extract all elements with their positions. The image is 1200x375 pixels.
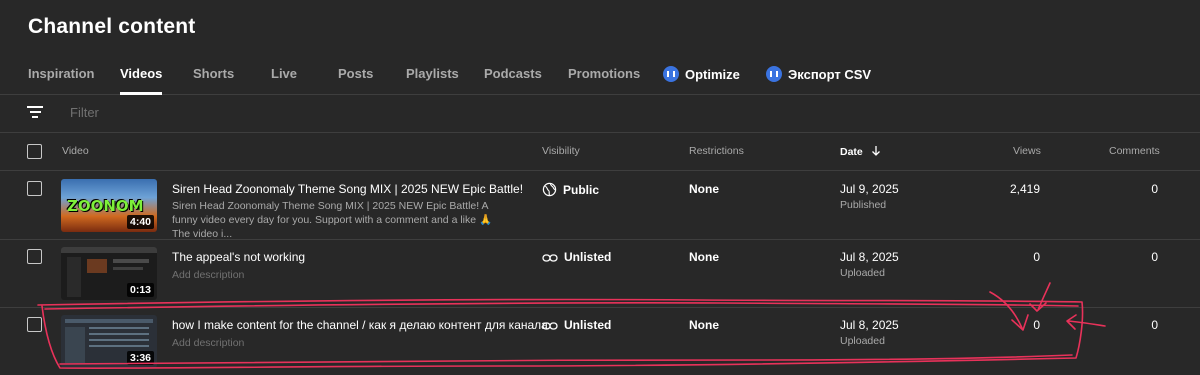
tab-label: Shorts bbox=[193, 66, 235, 81]
visibility-label: Unlisted bbox=[564, 318, 612, 332]
visibility-unlisted[interactable]: Unlisted bbox=[542, 250, 611, 264]
thumbnail-logo-text: ZOONOM bbox=[67, 197, 144, 215]
page-title: Channel content bbox=[28, 15, 196, 38]
date-status: Uploaded bbox=[840, 267, 885, 279]
date-status: Uploaded bbox=[840, 335, 885, 347]
select-all-checkbox[interactable] bbox=[27, 144, 42, 159]
video-duration: 0:13 bbox=[126, 283, 154, 297]
tab-label: Podcasts bbox=[484, 66, 542, 81]
video-description[interactable]: Add description bbox=[172, 336, 512, 350]
tab-label: Promotions bbox=[568, 66, 641, 81]
video-duration: 3:36 bbox=[126, 351, 154, 365]
video-thumbnail[interactable]: 3:36 bbox=[61, 315, 157, 368]
tab-label: Videos bbox=[120, 66, 163, 81]
video-date: Jul 8, 2025 bbox=[840, 250, 899, 264]
tab-label: Posts bbox=[338, 66, 374, 81]
column-restrictions: Restrictions bbox=[689, 145, 744, 157]
filter-input[interactable]: Filter bbox=[70, 105, 99, 120]
comments-count: 0 bbox=[1151, 250, 1158, 264]
restrictions-value: None bbox=[689, 182, 719, 196]
tab-bar: Inspiration Videos Shorts Live Posts Pla… bbox=[0, 58, 1200, 95]
column-date-label: Date bbox=[840, 146, 863, 158]
tab-label: Optimize bbox=[685, 67, 740, 82]
table-row[interactable]: ZOONOM 4:40 Siren Head Zoonomaly Theme S… bbox=[0, 171, 1200, 240]
video-duration: 4:40 bbox=[126, 215, 154, 229]
tab-promotions[interactable]: Promotions bbox=[568, 66, 640, 81]
video-date: Jul 9, 2025 bbox=[840, 182, 899, 196]
restrictions-value: None bbox=[689, 318, 719, 332]
tab-videos[interactable]: Videos bbox=[120, 66, 163, 95]
row-checkbox[interactable] bbox=[27, 317, 42, 332]
tab-live[interactable]: Live bbox=[271, 66, 297, 81]
tab-label: Live bbox=[271, 66, 298, 81]
table-header: Video Visibility Restrictions Date Views… bbox=[0, 133, 1200, 171]
tab-playlists[interactable]: Playlists bbox=[406, 66, 459, 81]
column-views: Views bbox=[1013, 145, 1041, 157]
tab-podcasts[interactable]: Podcasts bbox=[484, 66, 542, 81]
globe-icon bbox=[542, 182, 557, 197]
date-status: Published bbox=[840, 199, 887, 211]
tab-label: Playlists bbox=[406, 66, 459, 81]
table-row[interactable]: 0:13 The appeal's not working Add descri… bbox=[0, 239, 1200, 308]
filter-icon[interactable] bbox=[27, 106, 43, 120]
comments-count: 0 bbox=[1151, 182, 1158, 196]
extension-icon bbox=[766, 66, 782, 82]
video-date: Jul 8, 2025 bbox=[840, 318, 899, 332]
tab-inspiration[interactable]: Inspiration bbox=[28, 66, 94, 81]
views-count: 2,419 bbox=[1009, 182, 1040, 196]
tab-optimize[interactable]: Optimize bbox=[663, 66, 740, 82]
views-count: 0 bbox=[1033, 250, 1040, 264]
video-thumbnail[interactable]: 0:13 bbox=[61, 247, 157, 300]
video-description[interactable]: Add description bbox=[172, 268, 512, 282]
column-video: Video bbox=[62, 145, 89, 157]
tab-label: Экспорт CSV bbox=[788, 67, 872, 82]
column-visibility: Visibility bbox=[542, 145, 580, 157]
link-icon bbox=[542, 322, 558, 330]
comments-count: 0 bbox=[1151, 318, 1158, 332]
visibility-label: Public bbox=[563, 183, 600, 197]
tab-posts[interactable]: Posts bbox=[338, 66, 373, 81]
tab-export-csv[interactable]: Экспорт CSV bbox=[766, 66, 871, 82]
visibility-public[interactable]: Public bbox=[542, 182, 599, 197]
row-checkbox[interactable] bbox=[27, 249, 42, 264]
views-count: 0 bbox=[1033, 318, 1040, 332]
filter-bar: Filter bbox=[0, 94, 1200, 133]
table-row[interactable]: 3:36 how I make content for the channel … bbox=[0, 307, 1200, 375]
arrow-down-icon bbox=[871, 146, 880, 156]
restrictions-value: None bbox=[689, 250, 719, 264]
extension-icon bbox=[663, 66, 679, 82]
column-date[interactable]: Date bbox=[840, 145, 882, 158]
row-checkbox[interactable] bbox=[27, 181, 42, 196]
video-thumbnail[interactable]: ZOONOM 4:40 bbox=[61, 179, 157, 232]
video-title[interactable]: The appeal's not working bbox=[172, 250, 305, 264]
video-description: Siren Head Zoonomaly Theme Song MIX | 20… bbox=[172, 200, 493, 240]
column-comments: Comments bbox=[1109, 145, 1160, 157]
video-title[interactable]: how I make content for the channel / как… bbox=[172, 318, 548, 332]
video-title[interactable]: Siren Head Zoonomaly Theme Song MIX | 20… bbox=[172, 182, 523, 196]
visibility-unlisted[interactable]: Unlisted bbox=[542, 318, 611, 332]
tab-shorts[interactable]: Shorts bbox=[193, 66, 234, 81]
visibility-label: Unlisted bbox=[564, 250, 612, 264]
tab-label: Inspiration bbox=[28, 66, 95, 81]
link-icon bbox=[542, 254, 558, 262]
